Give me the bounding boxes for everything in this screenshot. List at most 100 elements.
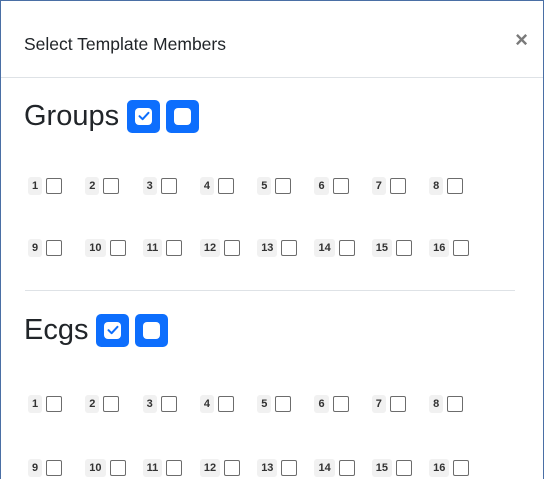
checkbox-label: 8 [429, 177, 444, 195]
ecgs-checkbox-item: 5 [257, 395, 314, 413]
checkbox-label: 16 [429, 239, 450, 257]
groups-checkbox-item: 1 [28, 177, 85, 195]
ecgs-checkbox-item: 12 [199, 459, 257, 477]
ecgs-checkbox-4[interactable] [218, 396, 235, 412]
checkbox-label: 12 [199, 459, 221, 477]
groups-select-all-button[interactable] [127, 99, 161, 133]
ecgs-row-2: 9 10 11 12 13 14 15 16 [28, 457, 486, 479]
groups-checkbox-item: 7 [371, 177, 429, 195]
groups-checkbox-9[interactable] [46, 240, 63, 256]
groups-checkbox-1[interactable] [46, 178, 63, 194]
ecgs-checkbox-item: 3 [142, 395, 200, 413]
groups-checkbox-11[interactable] [166, 240, 183, 256]
section-title-groups: Groups [24, 100, 120, 132]
checkbox-label: 2 [85, 177, 100, 195]
checkbox-label: 10 [85, 459, 106, 477]
groups-checkbox-item: 3 [142, 177, 200, 195]
ecgs-checkbox-item: 11 [142, 459, 200, 477]
groups-checkbox-14[interactable] [338, 240, 355, 256]
ecgs-checkbox-item: 13 [257, 459, 314, 477]
checkbox-label: 11 [142, 239, 163, 257]
checkbox-label: 11 [142, 459, 163, 477]
ecgs-checkbox-8[interactable] [447, 396, 464, 412]
modal-title: Select Template Members [24, 34, 226, 54]
modal-header: Select Template Members × [1, 1, 543, 78]
ecgs-checkbox-16[interactable] [453, 460, 470, 476]
ecgs-checkbox-2[interactable] [103, 396, 120, 412]
groups-checkbox-item: 2 [85, 177, 142, 195]
ecgs-deselect-all-button[interactable] [135, 313, 169, 347]
checkbox-label: 5 [257, 177, 272, 195]
section-title-ecgs: Ecgs [24, 314, 89, 346]
checkbox-label: 14 [314, 459, 335, 477]
groups-checkbox-13[interactable] [281, 240, 298, 256]
checkbox-label: 4 [199, 395, 215, 413]
close-icon[interactable]: × [515, 27, 528, 53]
section-header-ecgs: Ecgs [24, 310, 174, 350]
checkbox-label: 15 [371, 459, 393, 477]
groups-checkbox-item: 13 [257, 239, 314, 257]
checkbox-label: 13 [257, 239, 278, 257]
ecgs-checkbox-item: 7 [371, 395, 429, 413]
ecgs-checkbox-item: 4 [199, 395, 257, 413]
groups-checkbox-12[interactable] [224, 240, 241, 256]
section-header-groups: Groups [24, 96, 205, 136]
ecgs-checkbox-11[interactable] [166, 460, 183, 476]
ecgs-select-all-button[interactable] [96, 313, 130, 347]
groups-checkbox-8[interactable] [447, 178, 464, 194]
groups-row-2: 9 10 11 12 13 14 15 16 [28, 237, 486, 259]
groups-checkbox-item: 6 [314, 177, 371, 195]
ecgs-checkbox-10[interactable] [109, 460, 126, 476]
checkbox-label: 6 [314, 177, 329, 195]
empty-box-icon [143, 321, 161, 339]
groups-checkbox-2[interactable] [103, 178, 120, 194]
groups-checkbox-15[interactable] [396, 240, 413, 256]
ecgs-checkbox-5[interactable] [275, 396, 292, 412]
checkbox-label: 9 [28, 239, 43, 257]
groups-deselect-all-button[interactable] [166, 99, 200, 133]
ecgs-checkbox-item: 1 [28, 395, 85, 413]
checkbox-label: 7 [371, 177, 386, 195]
ecgs-checkbox-15[interactable] [396, 460, 413, 476]
ecgs-checkbox-item: 9 [28, 459, 85, 477]
groups-checkbox-6[interactable] [332, 178, 349, 194]
checkbox-label: 15 [371, 239, 393, 257]
checkmark-icon [135, 107, 153, 125]
ecgs-checkbox-item: 6 [314, 395, 371, 413]
ecgs-checkbox-item: 2 [85, 395, 142, 413]
checkmark-icon [104, 321, 122, 339]
checkbox-label: 1 [28, 177, 43, 195]
ecgs-checkbox-7[interactable] [389, 396, 406, 412]
section-divider [25, 290, 515, 291]
checkbox-label: 2 [85, 395, 100, 413]
template-members-modal: Select Template Members × Groups 1 2 3 4… [0, 0, 544, 479]
groups-checkbox-item: 10 [85, 239, 142, 257]
checkbox-label: 9 [28, 459, 43, 477]
groups-checkbox-3[interactable] [160, 178, 177, 194]
ecgs-checkbox-item: 16 [429, 459, 486, 477]
groups-checkbox-item: 4 [199, 177, 257, 195]
groups-checkbox-item: 11 [142, 239, 200, 257]
checkbox-label: 5 [257, 395, 272, 413]
groups-checkbox-item: 15 [371, 239, 429, 257]
ecgs-checkbox-13[interactable] [281, 460, 298, 476]
groups-checkbox-4[interactable] [218, 178, 235, 194]
ecgs-checkbox-1[interactable] [46, 396, 63, 412]
groups-checkbox-10[interactable] [109, 240, 126, 256]
ecgs-checkbox-14[interactable] [338, 460, 355, 476]
checkbox-label: 7 [371, 395, 386, 413]
checkbox-label: 6 [314, 395, 329, 413]
groups-checkbox-item: 12 [199, 239, 257, 257]
ecgs-checkbox-3[interactable] [160, 396, 177, 412]
ecgs-checkbox-6[interactable] [332, 396, 349, 412]
checkbox-label: 14 [314, 239, 335, 257]
ecgs-checkbox-12[interactable] [224, 460, 241, 476]
ecgs-checkbox-9[interactable] [46, 460, 63, 476]
ecgs-checkbox-item: 14 [314, 459, 371, 477]
groups-checkbox-item: 16 [429, 239, 486, 257]
groups-checkbox-5[interactable] [275, 178, 292, 194]
groups-checkbox-7[interactable] [389, 178, 406, 194]
checkbox-label: 10 [85, 239, 106, 257]
groups-checkbox-16[interactable] [453, 240, 470, 256]
checkbox-label: 3 [142, 177, 157, 195]
